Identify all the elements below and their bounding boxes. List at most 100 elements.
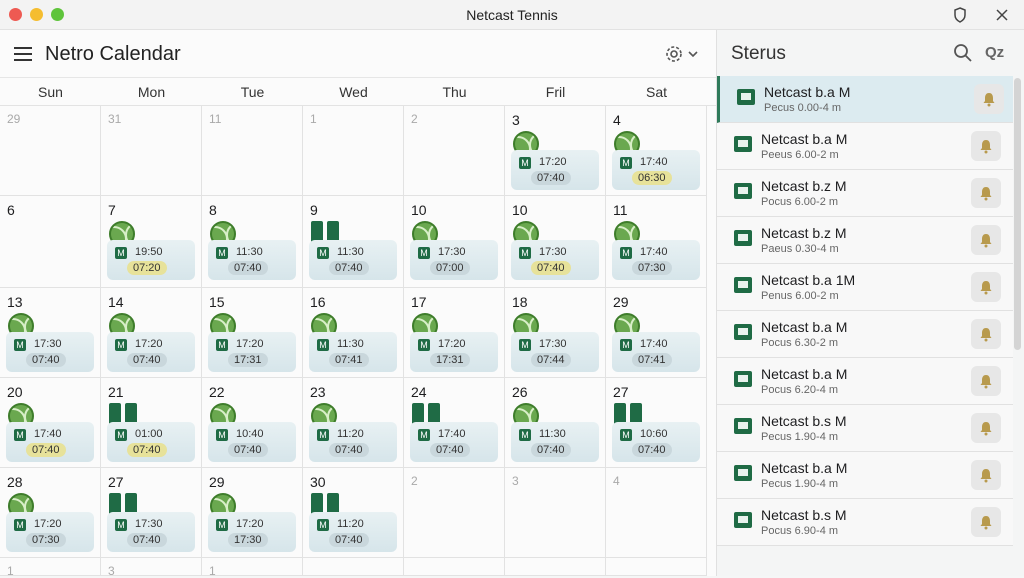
day-cell[interactable]: 27 M 10:60 07:40 bbox=[606, 378, 707, 468]
notify-button[interactable] bbox=[971, 413, 1001, 443]
day-cell[interactable]: 18 M 17:30 07:44 bbox=[505, 288, 606, 378]
event-chip[interactable]: M 17:30 07:44 bbox=[511, 332, 599, 372]
day-cell[interactable]: 6 bbox=[0, 196, 101, 288]
day-cell[interactable]: 29 M 17:20 17:30 bbox=[202, 468, 303, 558]
list-item[interactable]: Netcast b.a M Pocus 6.30-2 m bbox=[717, 311, 1013, 358]
day-cell[interactable]: 17 M 17:20 17:31 bbox=[404, 288, 505, 378]
day-cell[interactable]: 3 M 17:20 07:40 bbox=[505, 106, 606, 196]
list-item[interactable]: Netcast b.z M Pocus 6.00-2 m bbox=[717, 170, 1013, 217]
day-cell[interactable]: 7 M 19:50 07:20 bbox=[101, 196, 202, 288]
event-chip[interactable]: M 17:20 17:30 bbox=[208, 512, 296, 552]
day-cell[interactable]: 8 M 11:30 07:40 bbox=[202, 196, 303, 288]
event-chip[interactable]: M 17:30 07:40 bbox=[6, 332, 94, 372]
day-cell[interactable]: 1 bbox=[303, 106, 404, 196]
settings-button[interactable] bbox=[664, 42, 706, 66]
day-cell[interactable]: 11 M 17:40 07:30 bbox=[606, 196, 707, 288]
notify-button[interactable] bbox=[971, 225, 1001, 255]
day-cell[interactable]: 31 bbox=[101, 106, 202, 196]
event-chip[interactable]: M 10:40 07:40 bbox=[208, 422, 296, 462]
list-item[interactable]: Netcast b.a M Pecus 0.00-4 m bbox=[717, 76, 1013, 123]
close-button[interactable] bbox=[982, 0, 1022, 30]
event-chip[interactable]: M 17:40 06:30 bbox=[612, 150, 700, 190]
day-cell[interactable]: 14 M 17:20 07:40 bbox=[101, 288, 202, 378]
day-cell[interactable]: 22 M 10:40 07:40 bbox=[202, 378, 303, 468]
sidebar-scrollbar[interactable] bbox=[1014, 78, 1021, 350]
event-chip[interactable]: M 11:30 07:41 bbox=[309, 332, 397, 372]
notify-button[interactable] bbox=[971, 507, 1001, 537]
list-item[interactable]: Netcast b.s M Pecus 1.90-4 m bbox=[717, 405, 1013, 452]
day-cell[interactable]: 9 M 11:30 07:40 bbox=[303, 196, 404, 288]
day-cell[interactable] bbox=[505, 558, 606, 576]
list-item[interactable]: Netcast b.s M Pocus 6.90-4 m bbox=[717, 499, 1013, 546]
day-cell[interactable]: 3 bbox=[101, 558, 202, 578]
event-chip[interactable]: M 11:20 07:40 bbox=[309, 512, 397, 552]
event-chip[interactable]: M 17:40 07:41 bbox=[612, 332, 700, 372]
event-chip[interactable]: M 17:30 07:00 bbox=[410, 240, 498, 280]
notify-button[interactable] bbox=[971, 366, 1001, 396]
notify-button[interactable] bbox=[971, 272, 1001, 302]
list-item[interactable]: Netcast b.a M Pecus 1.90-4 m bbox=[717, 452, 1013, 499]
event-chip[interactable]: M 11:30 07:40 bbox=[511, 422, 599, 462]
day-cell[interactable]: 30 M 11:20 07:40 bbox=[303, 468, 404, 558]
shield-button[interactable] bbox=[940, 0, 980, 30]
day-cell[interactable]: 4 M 17:40 06:30 bbox=[606, 106, 707, 196]
event-chip[interactable]: M 17:30 07:40 bbox=[511, 240, 599, 280]
filter-button[interactable]: Qz bbox=[985, 44, 1004, 61]
event-chip[interactable]: M 11:30 07:40 bbox=[208, 240, 296, 280]
day-cell[interactable]: 1 bbox=[202, 558, 303, 578]
day-cell[interactable]: 11 bbox=[202, 106, 303, 196]
event-chip[interactable]: M 11:30 07:40 bbox=[309, 240, 397, 280]
event-chip[interactable]: M 17:20 17:31 bbox=[410, 332, 498, 372]
event-chip[interactable]: M 19:50 07:20 bbox=[107, 240, 195, 280]
notify-button[interactable] bbox=[971, 131, 1001, 161]
day-cell[interactable] bbox=[606, 558, 707, 576]
event-chip[interactable]: M 10:60 07:40 bbox=[612, 422, 700, 462]
event-chip[interactable]: M 17:20 17:31 bbox=[208, 332, 296, 372]
item-name: Netcast b.s M bbox=[761, 507, 847, 523]
day-cell[interactable]: 16 M 11:30 07:41 bbox=[303, 288, 404, 378]
event-start-time: 01:00 bbox=[135, 428, 163, 440]
day-cell[interactable]: 26 M 11:30 07:40 bbox=[505, 378, 606, 468]
event-chip[interactable]: M 17:20 07:40 bbox=[107, 332, 195, 372]
day-cell[interactable]: 27 M 17:30 07:40 bbox=[101, 468, 202, 558]
notify-button[interactable] bbox=[971, 178, 1001, 208]
notify-button[interactable] bbox=[974, 84, 1004, 114]
day-cell[interactable]: 29 bbox=[0, 106, 101, 196]
list-item[interactable]: Netcast b.a M Pocus 6.20-4 m bbox=[717, 358, 1013, 405]
list-item[interactable]: Netcast b.a 1M Penus 6.00-2 m bbox=[717, 264, 1013, 311]
day-cell[interactable]: 2 bbox=[404, 106, 505, 196]
day-cell[interactable]: 4 bbox=[606, 468, 707, 558]
notify-button[interactable] bbox=[971, 460, 1001, 490]
event-chip[interactable]: M 17:20 07:40 bbox=[511, 150, 599, 190]
day-cell[interactable]: 3 bbox=[505, 468, 606, 558]
day-cell[interactable]: 21 M 01:00 07:40 bbox=[101, 378, 202, 468]
event-chip[interactable]: M 17:40 07:40 bbox=[6, 422, 94, 462]
day-cell[interactable]: 23 M 11:20 07:40 bbox=[303, 378, 404, 468]
day-cell[interactable]: 13 M 17:30 07:40 bbox=[0, 288, 101, 378]
day-cell[interactable]: 1 bbox=[0, 558, 101, 578]
day-cell[interactable]: 24 M 17:40 07:40 bbox=[404, 378, 505, 468]
list-item[interactable]: Netcast b.a M Peeus 6.00-2 m bbox=[717, 123, 1013, 170]
day-cell[interactable] bbox=[404, 558, 505, 576]
day-number: 23 bbox=[310, 384, 326, 400]
notify-button[interactable] bbox=[971, 319, 1001, 349]
event-chip[interactable]: M 17:20 07:30 bbox=[6, 512, 94, 552]
search-icon[interactable] bbox=[953, 43, 973, 63]
event-end-time: 07:00 bbox=[430, 261, 470, 275]
day-cell[interactable]: 15 M 17:20 17:31 bbox=[202, 288, 303, 378]
day-cell[interactable]: 29 M 17:40 07:41 bbox=[606, 288, 707, 378]
day-cell[interactable] bbox=[303, 558, 404, 576]
day-cell[interactable]: 20 M 17:40 07:40 bbox=[0, 378, 101, 468]
day-cell[interactable]: 2 bbox=[404, 468, 505, 558]
event-chip[interactable]: M 17:30 07:40 bbox=[107, 512, 195, 552]
event-start-time: 17:20 bbox=[438, 338, 466, 350]
event-chip[interactable]: M 11:20 07:40 bbox=[309, 422, 397, 462]
list-item[interactable]: Netcast b.z M Paeus 0.30-4 m bbox=[717, 217, 1013, 264]
hamburger-menu-icon[interactable] bbox=[12, 44, 34, 64]
day-cell[interactable]: 28 M 17:20 07:30 bbox=[0, 468, 101, 558]
event-chip[interactable]: M 01:00 07:40 bbox=[107, 422, 195, 462]
day-cell[interactable]: 10 M 17:30 07:00 bbox=[404, 196, 505, 288]
event-chip[interactable]: M 17:40 07:40 bbox=[410, 422, 498, 462]
event-chip[interactable]: M 17:40 07:30 bbox=[612, 240, 700, 280]
day-cell[interactable]: 10 M 17:30 07:40 bbox=[505, 196, 606, 288]
